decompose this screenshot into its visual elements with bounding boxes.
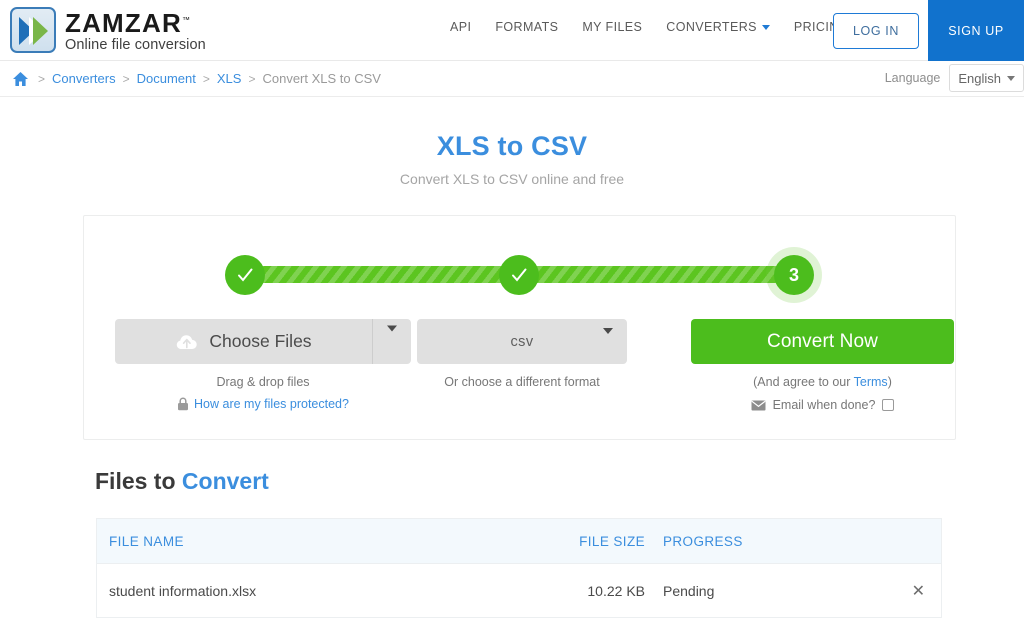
chevron-down-icon	[603, 328, 613, 350]
cell-actions: ✕	[855, 581, 941, 601]
logo-tagline: Online file conversion	[65, 38, 206, 53]
nav-label: API	[450, 20, 471, 34]
files-protected-link[interactable]: How are my files protected?	[194, 397, 349, 411]
cell-file-size: 10.22 KB	[569, 583, 645, 599]
step-1-complete	[225, 255, 265, 295]
log-in-button[interactable]: LOG IN	[833, 13, 919, 49]
envelope-icon	[751, 400, 766, 411]
breadcrumb-separator: >	[203, 72, 210, 86]
cell-progress-status: Pending	[645, 583, 855, 599]
sign-up-button[interactable]: SIGN UP	[928, 0, 1024, 61]
output-format-group: csv Or choose a different format	[417, 319, 627, 412]
choose-files-button[interactable]: Choose Files	[115, 319, 411, 364]
nav-item-my-files[interactable]: MY FILES	[582, 20, 642, 34]
button-divider	[372, 319, 373, 364]
files-heading-accent: Convert	[182, 468, 269, 494]
check-icon	[509, 265, 529, 285]
column-header-file-size: FILE SIZE	[569, 534, 645, 549]
convert-group: Convert Now (And agree to our Terms) Ema…	[691, 319, 954, 412]
table-row: student information.xlsx 10.22 KB Pendin…	[97, 564, 941, 617]
language-select[interactable]: English	[949, 64, 1024, 92]
language-selected-value: English	[958, 71, 1001, 86]
format-dropdown-toggle[interactable]	[603, 334, 613, 350]
breadcrumb: > Converters > Document > XLS > Convert …	[0, 61, 1024, 97]
output-format-select[interactable]: csv	[417, 319, 627, 364]
nav-label: CONVERTERS	[666, 20, 757, 34]
trademark-symbol: ™	[182, 15, 190, 24]
converter-controls: Choose Files Drag & drop files How are m…	[84, 319, 955, 412]
site-logo[interactable]: ZAMZAR™ Online file conversion	[10, 7, 206, 53]
language-label: Language	[885, 71, 941, 85]
drag-drop-hint: Drag & drop files	[115, 375, 411, 389]
breadcrumb-item-current: Convert XLS to CSV	[262, 71, 381, 86]
breadcrumb-separator: >	[248, 72, 255, 86]
files-table-header: FILE NAME FILE SIZE PROGRESS	[97, 519, 941, 564]
files-section-heading: Files to Convert	[95, 468, 269, 495]
email-when-done-checkbox[interactable]	[882, 399, 894, 411]
breadcrumb-separator: >	[38, 72, 45, 86]
double-chevron-logo-icon	[10, 7, 56, 53]
check-icon	[235, 265, 255, 285]
output-format-value: csv	[511, 334, 534, 350]
step-3-current: 3	[774, 255, 814, 295]
files-table: FILE NAME FILE SIZE PROGRESS student inf…	[96, 518, 942, 618]
converter-card: 3 Choose Files Drag & drop files	[83, 215, 956, 440]
terms-suffix: )	[888, 375, 892, 389]
chevron-down-icon	[762, 25, 770, 30]
breadcrumb-item-converters[interactable]: Converters	[52, 71, 116, 86]
convert-now-button[interactable]: Convert Now	[691, 319, 954, 364]
column-header-file-name: FILE NAME	[97, 534, 569, 549]
files-heading-prefix: Files to	[95, 468, 182, 494]
logo-wordmark: ZAMZAR™	[65, 10, 206, 36]
breadcrumb-item-xls[interactable]: XLS	[217, 71, 242, 86]
email-when-done-label: Email when done?	[773, 398, 876, 412]
chevron-down-icon	[1007, 76, 1015, 81]
auth-buttons: LOG IN SIGN UP	[833, 0, 1024, 61]
choose-files-dropdown-toggle[interactable]	[387, 331, 397, 352]
format-hint: Or choose a different format	[417, 375, 627, 389]
lock-icon	[177, 397, 189, 411]
choose-files-label: Choose Files	[209, 331, 311, 352]
cloud-upload-icon	[176, 333, 199, 351]
choose-files-group: Choose Files Drag & drop files How are m…	[115, 319, 411, 412]
terms-link[interactable]: Terms	[854, 375, 888, 389]
page-subtitle: Convert XLS to CSV online and free	[0, 171, 1024, 187]
cell-file-name: student information.xlsx	[97, 583, 569, 599]
terms-prefix: (And agree to our	[753, 375, 854, 389]
nav-label: FORMATS	[495, 20, 558, 34]
column-header-progress: PROGRESS	[645, 534, 855, 549]
email-when-done-row: Email when done?	[691, 398, 954, 412]
remove-file-icon[interactable]: ✕	[912, 583, 925, 600]
progress-steps: 3	[84, 245, 955, 305]
nav-item-formats[interactable]: FORMATS	[495, 20, 558, 34]
breadcrumb-item-document[interactable]: Document	[137, 71, 196, 86]
home-icon[interactable]	[12, 71, 29, 87]
language-selector-group: Language English	[885, 64, 1024, 92]
breadcrumb-separator: >	[123, 72, 130, 86]
nav-label: MY FILES	[582, 20, 642, 34]
page-title: XLS to CSV	[0, 131, 1024, 162]
nav-item-api[interactable]: API	[450, 20, 471, 34]
nav-item-converters[interactable]: CONVERTERS	[666, 20, 770, 34]
files-protected-row: How are my files protected?	[115, 397, 411, 411]
site-header: ZAMZAR™ Online file conversion API FORMA…	[0, 0, 1024, 61]
terms-agreement: (And agree to our Terms)	[691, 375, 954, 389]
step-2-complete	[499, 255, 539, 295]
chevron-down-icon	[387, 325, 397, 351]
